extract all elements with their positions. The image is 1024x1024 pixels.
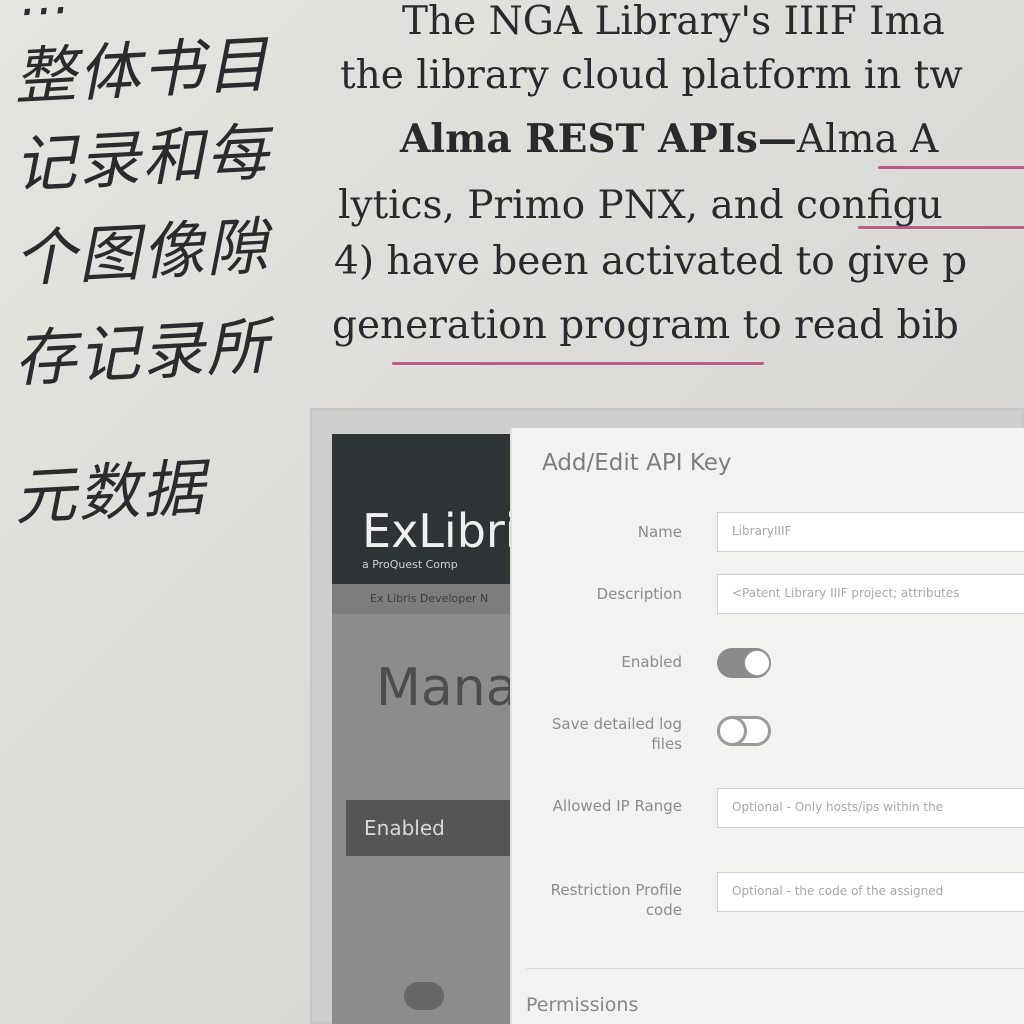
handwritten-notes: … 整体书目 记录和每 个图像隙 存记录所 元数据 (0, 0, 330, 1024)
row-toggle[interactable] (404, 982, 444, 1010)
handwriting-line-1: … (19, 0, 74, 27)
ip-range-placeholder: Optional - Only hosts/ips within the (732, 800, 944, 814)
api-key-dialog: Add/Edit API Key Name LibraryIIIF Descri… (510, 428, 1024, 1024)
handwriting-line-5: 存记录所 (12, 309, 272, 396)
bold-heading: Alma REST APIs— (400, 116, 797, 162)
background-app-panel: ExLibri a ProQuest Comp Ex Libris Develo… (332, 434, 530, 1024)
text-line-6: generation program to read bib (332, 303, 959, 348)
handwriting-line-6: 元数据 (12, 451, 208, 534)
text-line-2: the library cloud platform in tw (340, 53, 963, 98)
save-logs-toggle[interactable] (717, 716, 771, 746)
enabled-column-header: Enabled (346, 800, 530, 856)
description-field[interactable]: <Patent Library IIIF project; attributes (717, 574, 1024, 614)
description-label: Description (596, 585, 682, 603)
text-line-4: lytics, Primo PNX, and configu (338, 183, 943, 228)
handwriting-line-4: 个图像隙 (12, 209, 272, 296)
enabled-label: Enabled (621, 653, 682, 671)
name-field[interactable]: LibraryIIIF (717, 512, 1024, 552)
enabled-toggle[interactable] (717, 648, 771, 678)
pen-underline (878, 166, 1024, 169)
text-line-3-rest: Alma A (796, 117, 939, 162)
restriction-field[interactable]: Optional - the code of the assigned (717, 872, 1024, 912)
handwriting-line-3: 记录和每 (12, 115, 272, 202)
name-label: Name (637, 523, 682, 541)
text-line-5: 4) have been activated to give p (334, 239, 968, 284)
logo-subtitle: a ProQuest Comp (362, 558, 458, 571)
dialog-title: Add/Edit API Key (542, 450, 732, 476)
save-logs-label: Save detailed log files (551, 715, 682, 754)
pen-underline (392, 362, 764, 365)
toggle-knob (744, 650, 770, 676)
toggle-knob (717, 716, 747, 746)
pen-underline (858, 226, 1024, 229)
ip-range-label: Allowed IP Range (552, 797, 682, 815)
enabled-column-label: Enabled (364, 816, 445, 840)
ip-range-field[interactable]: Optional - Only hosts/ips within the (717, 788, 1024, 828)
app-nav-bar: Ex Libris Developer N (332, 584, 530, 614)
handwriting-line-2: 整体书目 (12, 27, 272, 114)
description-value: <Patent Library IIIF project; attributes (732, 586, 960, 600)
name-value: LibraryIIIF (732, 524, 792, 538)
printed-screenshot: ExLibri a ProQuest Comp Ex Libris Develo… (310, 408, 1024, 1024)
exlibris-logo: ExLibri (362, 504, 518, 558)
restriction-placeholder: Optional - the code of the assigned (732, 884, 944, 898)
permissions-heading: Permissions (526, 994, 639, 1016)
app-header: ExLibri a ProQuest Comp (332, 434, 530, 584)
restriction-label: Restriction Profile code (550, 881, 682, 920)
text-line-1: The NGA Library's IIIF Ima (402, 0, 945, 44)
text-line-3: Alma REST APIs—Alma A (400, 117, 939, 162)
page-heading: Mana (376, 658, 518, 718)
nav-text: Ex Libris Developer N (370, 592, 489, 605)
divider (526, 968, 1024, 969)
